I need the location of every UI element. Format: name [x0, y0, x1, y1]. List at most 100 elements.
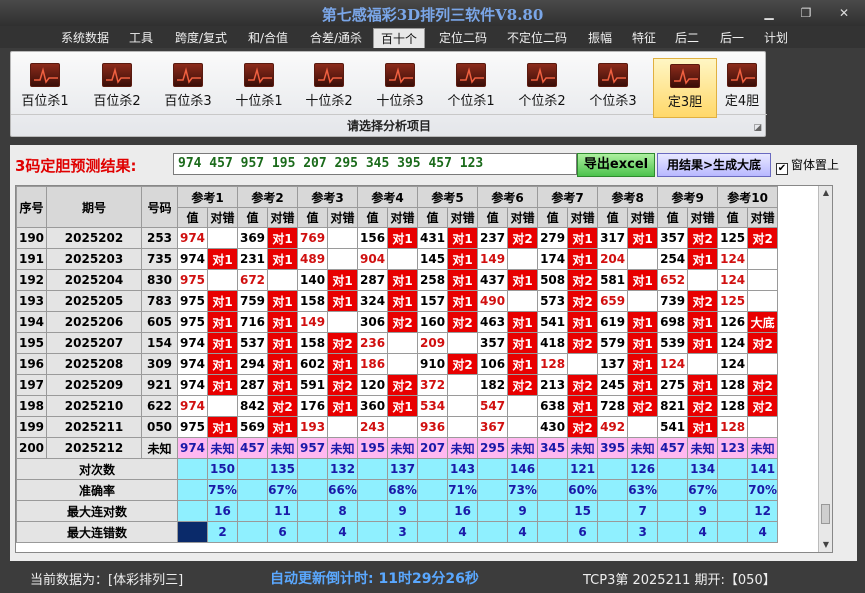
ref-check-cell[interactable] — [387, 332, 419, 354]
ref-value-cell[interactable]: 243 — [357, 416, 389, 438]
ref-check-cell[interactable] — [747, 269, 779, 291]
ref-check-cell[interactable] — [206, 227, 239, 249]
ref-value-cell[interactable]: 237 — [477, 227, 509, 249]
ref-check-cell[interactable] — [747, 290, 779, 312]
ref-check-cell[interactable] — [747, 248, 779, 270]
ref-value-cell[interactable]: 294 — [237, 353, 269, 375]
ref-value-cell[interactable]: 974 — [177, 332, 208, 354]
ref-check-cell[interactable]: 对2 — [567, 290, 599, 312]
pending-value-cell[interactable]: 123 — [717, 437, 749, 459]
menu-item-6[interactable]: 定位二码 — [432, 28, 494, 48]
ref-check-cell[interactable] — [327, 248, 359, 270]
ref-value-cell[interactable]: 128 — [537, 353, 569, 375]
ref-check-cell[interactable]: 对1 — [567, 248, 599, 270]
table-row[interactable]: 193 2025205 783 975 对1 759 对1 158 对1 324 对1 157 对1 49… — [16, 290, 779, 312]
ref-value-cell[interactable]: 431 — [417, 227, 449, 249]
menu-item-4[interactable]: 合差/通杀 — [302, 28, 370, 48]
ref-value-cell[interactable]: 541 — [657, 416, 689, 438]
ref-check-cell[interactable] — [387, 248, 419, 270]
scroll-up-icon[interactable]: ▲ — [819, 186, 832, 200]
ref-value-cell[interactable]: 124 — [717, 332, 749, 354]
ref-value-cell[interactable]: 547 — [477, 395, 509, 417]
ref-check-cell[interactable]: 对1 — [327, 290, 359, 312]
ref-value-cell[interactable]: 149 — [477, 248, 509, 270]
ref-value-cell[interactable]: 186 — [357, 353, 389, 375]
ref-value-cell[interactable]: 573 — [537, 290, 569, 312]
ref-check-cell[interactable]: 对1 — [387, 227, 419, 249]
ref-check-cell[interactable]: 对2 — [447, 311, 479, 333]
ref-check-cell[interactable]: 对1 — [206, 332, 239, 354]
menu-item-9[interactable]: 特征 — [625, 28, 663, 48]
pending-value-cell[interactable]: 395 — [597, 437, 629, 459]
ref-check-cell[interactable] — [507, 416, 539, 438]
ref-value-cell[interactable]: 728 — [597, 395, 629, 417]
menu-item-10[interactable]: 后二 — [668, 28, 706, 48]
scroll-thumb[interactable] — [821, 504, 830, 524]
ribbon-button-1[interactable]: 百位杀2 — [85, 58, 149, 118]
ref-check-cell[interactable]: 对2 — [387, 311, 419, 333]
ref-value-cell[interactable]: 287 — [237, 374, 269, 396]
ref-value-cell[interactable]: 106 — [477, 353, 509, 375]
generate-base-button[interactable]: 用结果>生成大底 — [657, 153, 771, 177]
ref-value-cell[interactable]: 182 — [477, 374, 509, 396]
ref-check-cell[interactable] — [627, 248, 659, 270]
menu-item-7[interactable]: 不定位二码 — [500, 28, 574, 48]
ref-check-cell[interactable]: 对1 — [627, 353, 659, 375]
ref-check-cell[interactable]: 对1 — [267, 311, 299, 333]
ref-check-cell[interactable]: 对2 — [747, 374, 779, 396]
ref-value-cell[interactable]: 372 — [417, 374, 449, 396]
ref-check-cell[interactable]: 对1 — [387, 395, 419, 417]
table-row[interactable]: 199 2025211 050 975 对1 569 对1 193 243 936 367 430 对2… — [16, 416, 779, 438]
ref-value-cell[interactable]: 821 — [657, 395, 689, 417]
ref-check-cell[interactable]: 对2 — [327, 332, 359, 354]
ref-value-cell[interactable]: 157 — [417, 290, 449, 312]
ref-check-cell[interactable] — [507, 248, 539, 270]
result-field[interactable]: 974 457 957 195 207 295 345 395 457 123 — [173, 153, 577, 175]
ribbon-button-0[interactable]: 百位杀1 — [13, 58, 77, 118]
ref-check-cell[interactable] — [447, 332, 479, 354]
pending-value-cell[interactable]: 957 — [297, 437, 329, 459]
ref-value-cell[interactable]: 128 — [717, 395, 749, 417]
ref-value-cell[interactable]: 124 — [717, 248, 749, 270]
ribbon-button-6[interactable]: 个位杀1 — [439, 58, 503, 118]
ref-check-cell[interactable]: 对1 — [627, 227, 659, 249]
ref-value-cell[interactable]: 534 — [417, 395, 449, 417]
ref-value-cell[interactable]: 287 — [357, 269, 389, 291]
ribbon-button-7[interactable]: 个位杀2 — [510, 58, 574, 118]
ref-check-cell[interactable]: 对2 — [687, 395, 719, 417]
ref-check-cell[interactable] — [747, 353, 779, 375]
ref-check-cell[interactable]: 对1 — [267, 227, 299, 249]
ref-value-cell[interactable]: 324 — [357, 290, 389, 312]
table-row[interactable]: 195 2025207 154 974 对1 537 对1 158 对2 236 209 357 对1 4… — [16, 332, 779, 354]
pending-value-cell[interactable]: 345 — [537, 437, 569, 459]
table-row[interactable]: 196 2025208 309 974 对1 294 对1 602 对1 186 910 对2 106 对… — [16, 353, 779, 375]
topmost-checkbox[interactable]: ✔ 窗体置上 — [776, 156, 839, 175]
ref-check-cell[interactable] — [387, 416, 419, 438]
ref-value-cell[interactable]: 176 — [297, 395, 329, 417]
ref-check-cell[interactable] — [206, 395, 239, 417]
ref-value-cell[interactable]: 437 — [477, 269, 509, 291]
table-row[interactable]: 198 2025210 622 974 842 对2 176 对1 360 对1 534 547 638… — [16, 395, 779, 417]
ref-value-cell[interactable]: 128 — [717, 374, 749, 396]
ref-check-cell[interactable]: 对2 — [327, 374, 359, 396]
pending-check-cell[interactable]: 未知 — [627, 437, 659, 459]
ref-check-cell[interactable]: 对1 — [687, 416, 719, 438]
ref-value-cell[interactable]: 489 — [297, 248, 329, 270]
ribbon-button-9[interactable]: 定3胆 — [653, 58, 717, 118]
ribbon-button-4[interactable]: 十位杀2 — [297, 58, 361, 118]
pending-value-cell[interactable]: 457 — [657, 437, 689, 459]
ref-value-cell[interactable]: 126 — [717, 311, 749, 333]
minimize-button[interactable]: ▁ — [760, 5, 778, 21]
ref-check-cell[interactable]: 对1 — [206, 353, 239, 375]
ref-value-cell[interactable]: 974 — [177, 374, 208, 396]
ref-check-cell[interactable]: 对1 — [327, 395, 359, 417]
ref-check-cell[interactable]: 对1 — [447, 227, 479, 249]
ref-value-cell[interactable]: 160 — [417, 311, 449, 333]
ref-check-cell[interactable]: 对1 — [267, 332, 299, 354]
ref-check-cell[interactable]: 对1 — [267, 353, 299, 375]
checkbox-mark-icon[interactable]: ✔ — [776, 163, 788, 175]
ref-value-cell[interactable]: 360 — [357, 395, 389, 417]
table-row[interactable]: 192 2025204 830 975 672 140 对1 287 对1 258 对1 437 对1 5… — [16, 269, 779, 291]
table-row[interactable]: 194 2025206 605 975 对1 716 对1 149 306 对2 160 对2 463 对… — [16, 311, 779, 333]
ref-check-cell[interactable]: 对1 — [327, 353, 359, 375]
